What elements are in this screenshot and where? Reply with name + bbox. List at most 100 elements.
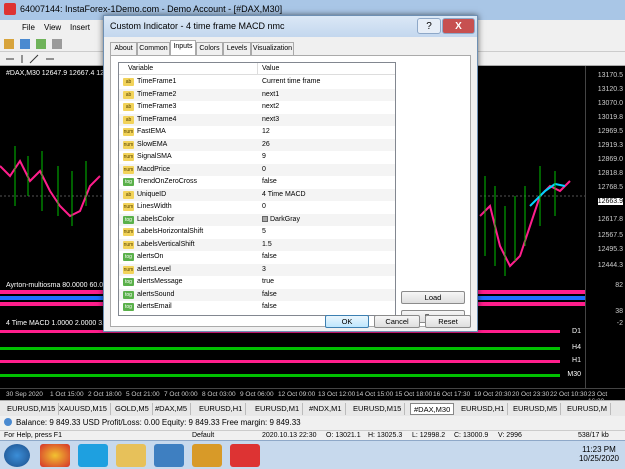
chart-tab-active[interactable]: #DAX,M30 [410, 403, 455, 415]
parameter-value[interactable]: 0 [262, 201, 266, 213]
status-high: H: 13025.3 [368, 432, 403, 439]
trendline-icon[interactable] [29, 54, 39, 64]
parameter-value[interactable]: 5 [262, 226, 266, 238]
chart-tab[interactable]: XAUUSD,M15 [56, 403, 111, 415]
chart-tab[interactable]: GOLD,M5 [112, 403, 153, 415]
new-chart-icon[interactable] [4, 39, 14, 49]
parameter-row[interactable]: num alertsLevel 3 [119, 263, 395, 276]
chart-tab[interactable]: EURUSD,M15 [350, 403, 406, 415]
parameter-row[interactable]: num LinesWidth 0 [119, 201, 395, 213]
parameter-row[interactable]: ab UniqueID 4 Time MACD [119, 188, 395, 201]
parameter-value[interactable]: 9 [262, 151, 266, 163]
parameter-value[interactable]: next2 [262, 101, 279, 113]
parameter-row[interactable]: num LabelsVerticalShift 1.5 [119, 238, 395, 251]
price-axis: 13170.5 13120.3 13070.0 13019.8 12969.5 … [585, 66, 625, 400]
time-tick: 9 Oct 06:00 [240, 391, 274, 398]
parameter-row[interactable]: num SignalSMA 9 [119, 151, 395, 163]
price-tick: 12969.5 [597, 128, 623, 135]
parameter-value[interactable]: false [262, 176, 277, 188]
chart-tab[interactable]: #DAX,M5 [152, 403, 192, 415]
tab-visualization[interactable]: Visualization [251, 42, 294, 55]
parameter-value[interactable]: next1 [262, 89, 279, 101]
skype-icon[interactable] [78, 444, 108, 467]
ok-button[interactable]: OK [325, 315, 369, 328]
market-watch-icon[interactable] [36, 39, 46, 49]
parameter-row[interactable]: num FastEMA 12 [119, 126, 395, 138]
parameter-row[interactable]: num MacdPrice 0 [119, 163, 395, 176]
navigator-icon[interactable] [52, 39, 62, 49]
parameter-row[interactable]: num SlowEMA 26 [119, 138, 395, 151]
parameter-value[interactable]: 1.5 [262, 239, 272, 251]
parameter-value[interactable]: next3 [262, 114, 279, 126]
dialog-title-bar[interactable]: Custom Indicator - 4 time frame MACD nmc… [104, 16, 477, 37]
parameter-value[interactable]: true [262, 276, 274, 288]
chart-tab[interactable]: EURUSD,M5 [510, 403, 562, 415]
start-button[interactable] [4, 444, 30, 467]
parameter-row[interactable]: ab TimeFrame2 next1 [119, 88, 395, 101]
tab-common[interactable]: Common [137, 42, 170, 55]
parameters-table[interactable]: Variable Value ab TimeFrame1 Current time … [118, 62, 396, 316]
tab-colors[interactable]: Colors [196, 42, 223, 55]
system-clock[interactable]: 11:23 PM 10/25/2020 [579, 445, 619, 463]
time-tick: 13 Oct 12:00 [318, 391, 356, 398]
chart-tab[interactable]: EURUSD,H1 [458, 403, 509, 415]
time-tick: 14 Oct 15:00 [356, 391, 394, 398]
parameter-row[interactable]: tog alertsSound false [119, 288, 395, 301]
tab-about[interactable]: About [110, 42, 137, 55]
explorer-icon[interactable] [116, 444, 146, 467]
chrome-icon[interactable] [40, 444, 70, 467]
parameter-row[interactable]: tog alertsOn false [119, 251, 395, 263]
clock-date: 10/25/2020 [578, 454, 619, 463]
chart-tab[interactable]: #NDX,M1 [306, 403, 346, 415]
help-button[interactable]: ? [417, 18, 441, 34]
parameter-value[interactable]: 3 [262, 264, 266, 276]
menu-insert[interactable]: Insert [70, 23, 90, 32]
time-tick: 7 Oct 00:00 [164, 391, 198, 398]
cancel-button[interactable]: Cancel [374, 315, 420, 328]
menu-file[interactable]: File [22, 23, 35, 32]
parameter-row[interactable]: ab TimeFrame3 next2 [119, 101, 395, 113]
parameter-value[interactable]: 4 Time MACD [262, 189, 306, 201]
app-logo-icon [4, 3, 16, 15]
parameter-value[interactable]: 26 [262, 139, 270, 151]
app-title: 64007144: InstaForex-1Demo.com - Demo Ac… [20, 4, 283, 14]
parameter-row[interactable]: tog LabelsColor DarkGray [119, 213, 395, 226]
time-tick: 8 Oct 03:00 [202, 391, 236, 398]
profiles-icon[interactable] [20, 39, 30, 49]
parameter-value[interactable]: false [262, 301, 277, 313]
parameter-row[interactable]: tog TrendOnZeroCross false [119, 176, 395, 188]
tab-inputs[interactable]: Inputs [170, 40, 196, 55]
tab-levels[interactable]: Levels [223, 42, 251, 55]
parameter-value[interactable]: DarkGray [262, 214, 300, 226]
parameter-value[interactable]: false [262, 251, 277, 263]
close-button[interactable]: X [442, 18, 475, 34]
parameter-row[interactable]: tog alertsEmail false [119, 301, 395, 313]
status-time: 2020.10.13 22:30 [262, 432, 317, 439]
col-header-variable[interactable]: Variable [119, 63, 258, 75]
chart-tab[interactable]: EURUSD,M1 [252, 403, 304, 415]
reset-button[interactable]: Reset [425, 315, 471, 328]
parameter-value[interactable]: 0 [262, 164, 266, 176]
menu-view[interactable]: View [44, 23, 61, 32]
load-button[interactable]: Load [401, 291, 465, 304]
chart-tab[interactable]: EURUSD,H1 [196, 403, 247, 415]
chart-tab[interactable]: EURUSD,M [564, 403, 612, 415]
media-player-icon[interactable] [154, 444, 184, 467]
vlc-icon[interactable] [192, 444, 222, 467]
time-tick: 12 Oct 09:00 [278, 391, 316, 398]
color-swatch-icon [262, 215, 268, 222]
parameter-row[interactable]: ab TimeFrame1 Current time frame [119, 76, 395, 88]
parameter-row[interactable]: ab TimeFrame4 next3 [119, 113, 395, 126]
parameter-value-text: DarkGray [270, 215, 300, 223]
parameter-row[interactable]: num LabelsHorizontalShift 5 [119, 226, 395, 238]
parameter-value[interactable]: Current time frame [262, 76, 320, 88]
col-header-value[interactable]: Value [258, 63, 395, 75]
number-param-icon: num [123, 153, 134, 161]
parameter-value[interactable]: false [262, 289, 277, 301]
chart-tab[interactable]: EURUSD,M15 [4, 403, 60, 415]
parameter-row[interactable]: tog alertsMessage true [119, 276, 395, 288]
time-tick: 2 Oct 18:00 [88, 391, 122, 398]
price-tick: 12768.5 [597, 184, 623, 191]
parameter-value[interactable]: 12 [262, 126, 270, 138]
metatrader-icon[interactable] [230, 444, 260, 467]
